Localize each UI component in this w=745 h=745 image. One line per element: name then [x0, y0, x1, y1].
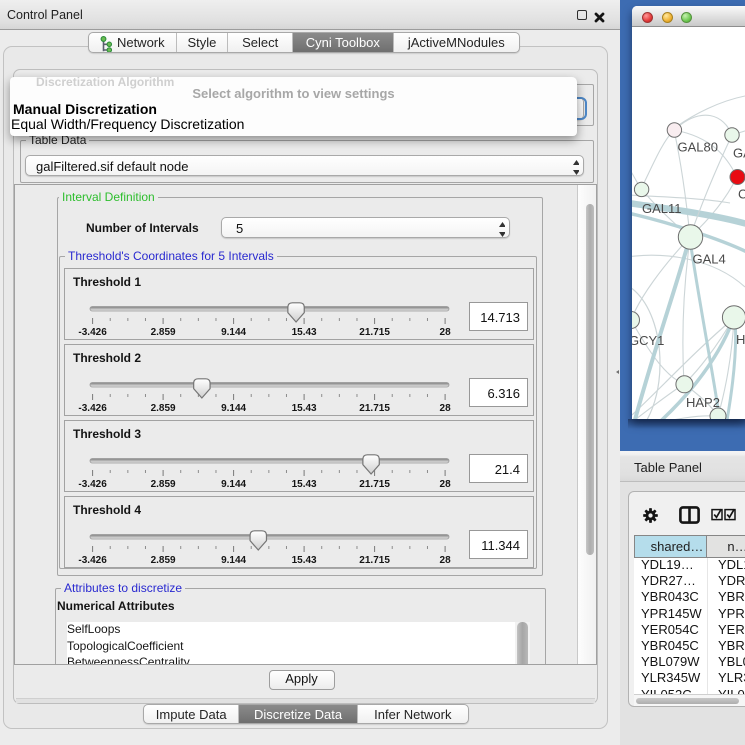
- svg-text:GAL80: GAL80: [678, 140, 718, 155]
- svg-text:C: C: [738, 187, 745, 202]
- svg-text:21.715: 21.715: [359, 327, 390, 338]
- svg-text:9.144: 9.144: [221, 327, 246, 338]
- svg-text:28: 28: [440, 555, 452, 566]
- svg-text:15.43: 15.43: [292, 555, 317, 566]
- svg-text:-3.426: -3.426: [78, 403, 107, 414]
- svg-text:Threshold 4: Threshold 4: [73, 503, 141, 517]
- svg-text:21.715: 21.715: [359, 403, 390, 414]
- svg-text:H: H: [736, 332, 745, 347]
- svg-text:-3.426: -3.426: [78, 327, 107, 338]
- svg-text:2.859: 2.859: [151, 327, 176, 338]
- svg-text:28: 28: [440, 403, 452, 414]
- svg-text:Threshold 1: Threshold 1: [73, 275, 141, 289]
- svg-text:-3.426: -3.426: [78, 555, 107, 566]
- svg-text:GAL11: GAL11: [642, 201, 682, 216]
- svg-text:9.144: 9.144: [221, 479, 246, 490]
- svg-text:Threshold 2: Threshold 2: [73, 351, 141, 365]
- svg-text:GAL4: GAL4: [693, 252, 726, 267]
- svg-text:21.715: 21.715: [359, 479, 390, 490]
- svg-text:9.144: 9.144: [221, 555, 246, 566]
- svg-text:GA: GA: [733, 146, 745, 161]
- svg-text:15.43: 15.43: [292, 403, 317, 414]
- svg-text:9.144: 9.144: [221, 403, 246, 414]
- svg-text:HAP2: HAP2: [686, 395, 720, 410]
- svg-text:2.859: 2.859: [151, 479, 176, 490]
- svg-text:28: 28: [440, 327, 452, 338]
- svg-text:15.43: 15.43: [292, 479, 317, 490]
- svg-text:GCY1: GCY1: [632, 333, 664, 348]
- svg-text:21.715: 21.715: [359, 555, 390, 566]
- svg-text:2.859: 2.859: [151, 555, 176, 566]
- svg-text:Threshold 3: Threshold 3: [73, 427, 141, 441]
- svg-text:-3.426: -3.426: [78, 479, 107, 490]
- svg-text:2.859: 2.859: [151, 403, 176, 414]
- svg-text:28: 28: [440, 479, 452, 490]
- svg-text:15.43: 15.43: [292, 327, 317, 338]
